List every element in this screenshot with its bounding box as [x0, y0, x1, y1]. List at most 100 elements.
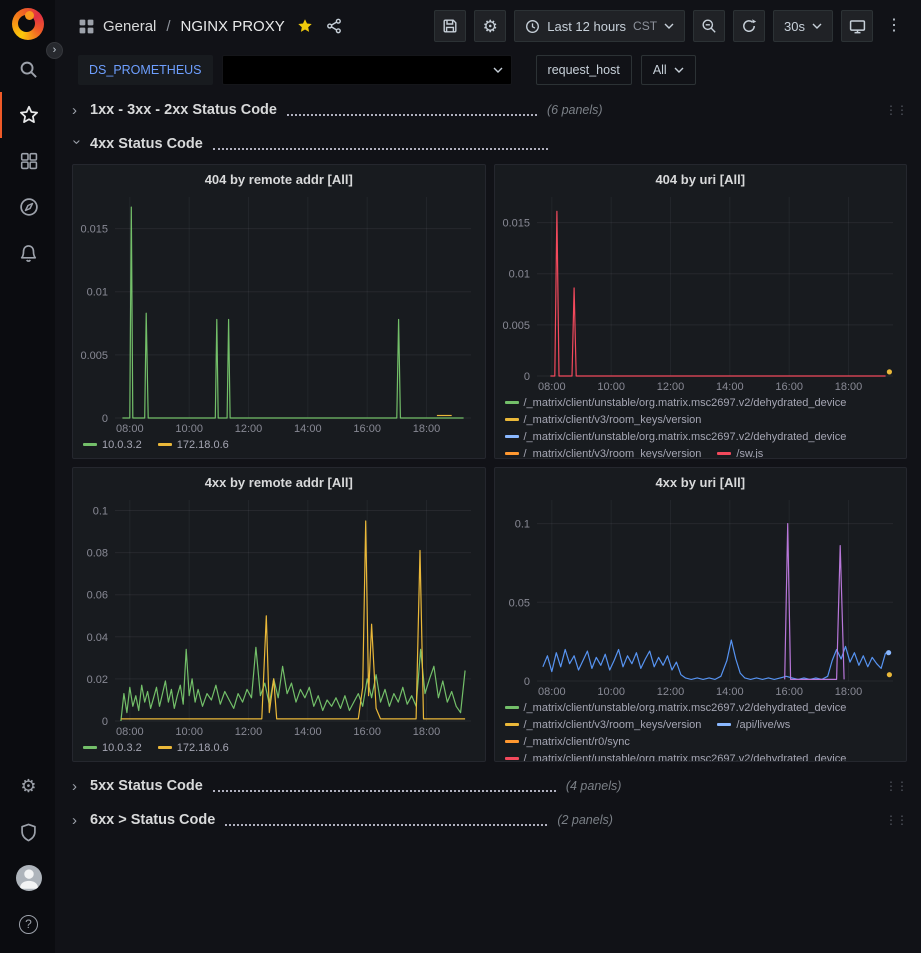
- more-options-menu[interactable]: ⋮: [881, 13, 907, 39]
- sidebar-item-alerting[interactable]: [0, 230, 55, 276]
- sidebar-item-help[interactable]: ?: [0, 901, 55, 947]
- drag-handle-icon[interactable]: ⋮⋮: [885, 813, 907, 827]
- svg-text:16:00: 16:00: [775, 686, 803, 698]
- timeseries-chart[interactable]: 00.0050.010.01508:0010:0012:0014:0016:00…: [495, 189, 907, 394]
- svg-text:0.01: 0.01: [87, 287, 108, 299]
- svg-text:14:00: 14:00: [294, 726, 322, 738]
- timeseries-chart[interactable]: 00.020.040.060.080.108:0010:0012:0014:00…: [73, 492, 485, 739]
- legend-item[interactable]: /_matrix/client/v3/room_keys/version: [505, 446, 702, 458]
- legend-label: /api/live/ws: [736, 719, 790, 731]
- timeseries-chart[interactable]: 00.050.108:0010:0012:0014:0016:0018:00: [495, 492, 907, 699]
- cycle-view-button[interactable]: [841, 10, 873, 42]
- zoom-out-time-button[interactable]: [693, 10, 725, 42]
- legend-item[interactable]: /_matrix/client/unstable/org.matrix.msc2…: [505, 700, 847, 715]
- legend-item[interactable]: /sw.js: [717, 446, 763, 458]
- legend-item[interactable]: /_matrix/client/unstable/org.matrix.msc2…: [505, 395, 847, 410]
- svg-text:08:00: 08:00: [116, 726, 144, 738]
- sidebar-item-profile[interactable]: [0, 855, 55, 901]
- legend-item[interactable]: /_matrix/client/r0/sync: [505, 734, 630, 749]
- svg-text:0.1: 0.1: [514, 519, 529, 531]
- monitor-icon: [849, 18, 866, 35]
- svg-text:0.1: 0.1: [93, 506, 108, 518]
- panel-title[interactable]: 4xx by uri [All]: [495, 468, 907, 492]
- refresh-button[interactable]: [733, 10, 765, 42]
- svg-text:08:00: 08:00: [538, 686, 566, 698]
- sidebar-item-starred[interactable]: [0, 92, 55, 138]
- panel-legend: 10.0.3.2 172.18.0.6: [73, 739, 485, 761]
- request-host-value-dropdown[interactable]: All: [641, 55, 696, 85]
- time-zone-label: CST: [633, 19, 657, 33]
- panel-legend: 10.0.3.2 172.18.0.6: [73, 436, 485, 458]
- person-icon: [16, 865, 42, 891]
- panel-title[interactable]: 4xx by remote addr [All]: [73, 468, 485, 492]
- row-header-1xx-3xx-2xx[interactable]: › 1xx - 3xx - 2xx Status Code (6 panels)…: [72, 96, 907, 124]
- sidebar-item-dashboards[interactable]: [0, 138, 55, 184]
- panel-4xx-by-remote-addr: 4xx by remote addr [All] 00.020.040.060.…: [72, 467, 486, 762]
- legend-swatch: [505, 401, 519, 404]
- grafana-logo[interactable]: [12, 8, 44, 40]
- panel-title[interactable]: 404 by uri [All]: [495, 165, 907, 189]
- row-header-5xx[interactable]: › 5xx Status Code (4 panels) ⋮⋮: [72, 772, 907, 800]
- legend-item[interactable]: 10.0.3.2: [83, 437, 142, 452]
- breadcrumb-section[interactable]: General: [103, 18, 156, 35]
- datasource-variable-label[interactable]: DS_PROMETHEUS: [78, 55, 213, 85]
- drag-handle-icon[interactable]: ⋮⋮: [885, 779, 907, 793]
- panel-grid: 404 by remote addr [All] 00.0050.010.015…: [72, 164, 907, 762]
- legend-item[interactable]: /_matrix/client/v3/room_keys/version: [505, 412, 702, 427]
- dashboard-title[interactable]: NGINX PROXY: [181, 18, 285, 35]
- svg-text:0: 0: [523, 371, 529, 383]
- legend-item[interactable]: 10.0.3.2: [83, 740, 142, 755]
- svg-text:0: 0: [102, 716, 108, 728]
- legend-item[interactable]: /api/live/ws: [717, 717, 790, 732]
- row-dotted-leader: [225, 815, 547, 826]
- save-dashboard-button[interactable]: [434, 10, 466, 42]
- request-host-variable-label[interactable]: request_host: [536, 55, 632, 85]
- row-title: 1xx - 3xx - 2xx Status Code: [90, 102, 277, 118]
- legend-label: 10.0.3.2: [102, 439, 142, 451]
- sidebar-item-configuration[interactable]: ⚙: [0, 763, 55, 809]
- chart-svg: 00.0050.010.01508:0010:0012:0014:0016:00…: [495, 189, 907, 394]
- sidebar-expand-toggle[interactable]: ›: [46, 42, 63, 59]
- row-header-4xx[interactable]: › 4xx Status Code: [72, 130, 907, 158]
- legend-item[interactable]: 172.18.0.6: [158, 437, 229, 452]
- datasource-value-dropdown[interactable]: [222, 55, 512, 85]
- dashboard-settings-button[interactable]: ⚙: [474, 10, 506, 42]
- legend-swatch: [505, 757, 519, 760]
- legend-item[interactable]: /_matrix/client/unstable/org.matrix.msc2…: [505, 429, 847, 444]
- favorite-star-icon[interactable]: [297, 18, 313, 34]
- svg-text:0: 0: [102, 413, 108, 425]
- row-title: 4xx Status Code: [90, 136, 203, 152]
- help-icon: ?: [19, 915, 38, 934]
- svg-text:12:00: 12:00: [235, 423, 263, 435]
- panel-title[interactable]: 404 by remote addr [All]: [73, 165, 485, 189]
- timeseries-chart[interactable]: 00.0050.010.01508:0010:0012:0014:0016:00…: [73, 189, 485, 436]
- row-title: 6xx > Status Code: [90, 812, 215, 828]
- legend-label: /_matrix/client/unstable/org.matrix.msc2…: [524, 431, 847, 443]
- legend-label: /_matrix/client/r0/sync: [524, 736, 630, 748]
- refresh-interval-dropdown[interactable]: 30s: [773, 10, 833, 42]
- legend-item[interactable]: /_matrix/client/unstable/org.matrix.msc2…: [505, 751, 847, 761]
- panel-404-by-remote-addr: 404 by remote addr [All] 00.0050.010.015…: [72, 164, 486, 459]
- chevron-down-icon: [493, 67, 503, 73]
- share-icon[interactable]: [321, 13, 347, 39]
- legend-swatch: [83, 443, 97, 446]
- svg-text:14:00: 14:00: [716, 686, 744, 698]
- sidebar-item-explore[interactable]: [0, 184, 55, 230]
- svg-text:0.02: 0.02: [87, 674, 108, 686]
- legend-item[interactable]: /_matrix/client/v3/room_keys/version: [505, 717, 702, 732]
- legend-label: /_matrix/client/v3/room_keys/version: [524, 719, 702, 731]
- svg-text:0.015: 0.015: [80, 224, 108, 236]
- legend-item[interactable]: 172.18.0.6: [158, 740, 229, 755]
- drag-handle-icon[interactable]: ⋮⋮: [885, 103, 907, 117]
- chevron-right-icon: ›: [72, 102, 82, 119]
- dashboard-variables-bar: DS_PROMETHEUS request_host All: [55, 52, 921, 88]
- dashboard-content: › 1xx - 3xx - 2xx Status Code (6 panels)…: [55, 88, 921, 953]
- time-range-picker[interactable]: Last 12 hours CST: [514, 10, 685, 42]
- row-dotted-leader: [287, 105, 537, 116]
- row-header-6xx[interactable]: › 6xx > Status Code (2 panels) ⋮⋮: [72, 806, 907, 834]
- svg-text:12:00: 12:00: [656, 381, 684, 393]
- sidebar-item-server-admin[interactable]: [0, 809, 55, 855]
- svg-text:0.05: 0.05: [508, 597, 529, 609]
- svg-text:16:00: 16:00: [353, 423, 381, 435]
- row-panel-count: (2 panels): [557, 813, 613, 827]
